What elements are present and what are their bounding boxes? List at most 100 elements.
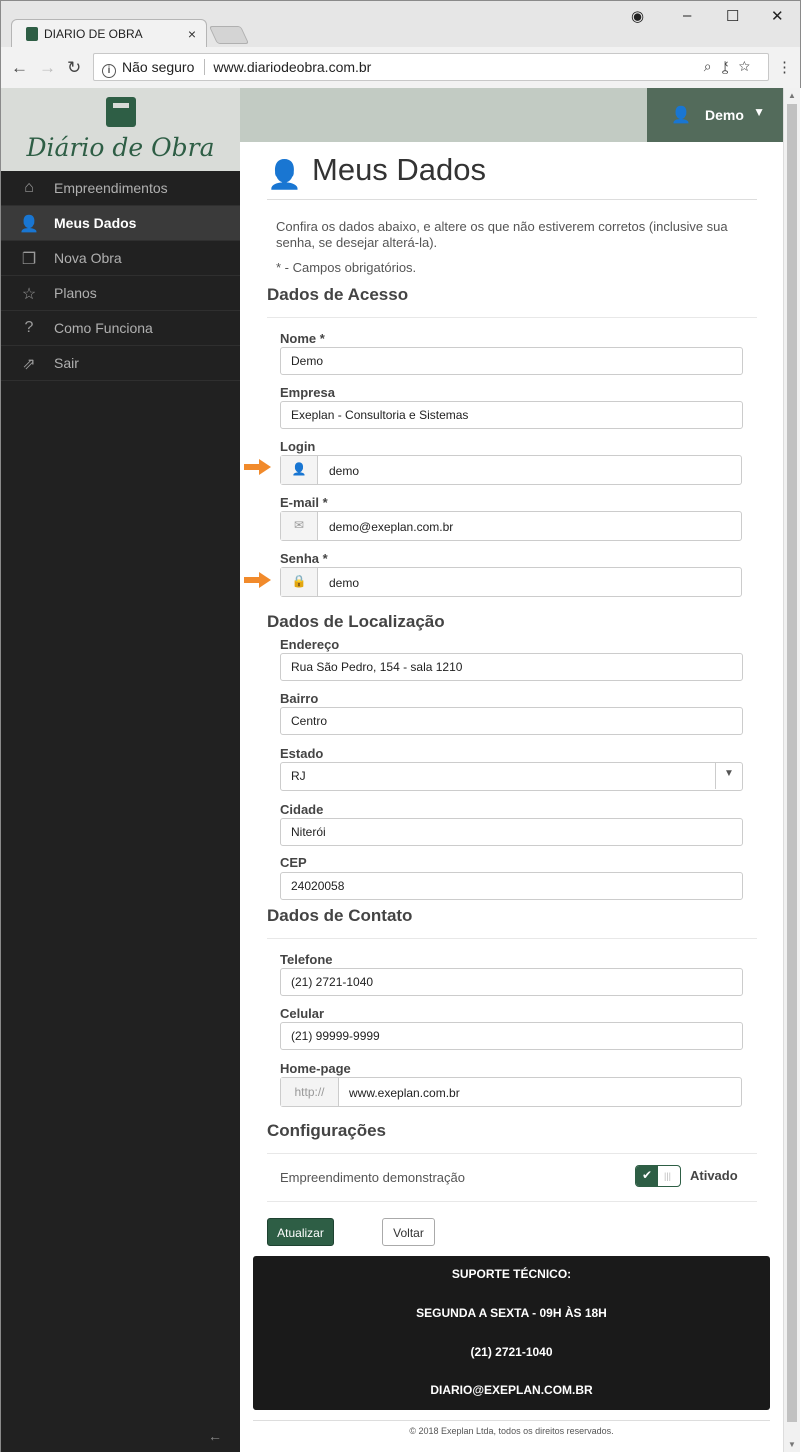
sidebar-item-planos[interactable]: ☆ Planos [1,276,240,311]
browser-chrome: DIARIO DE OBRA × ◉ – ☐ ✕ ← → ↻ i Não segu… [0,0,801,89]
sidebar-item-label: Como Funciona [54,320,153,336]
sidebar-item-como-funciona[interactable]: ? Como Funciona [1,311,240,346]
chevron-down-icon: ▼ [753,105,765,119]
back-button[interactable]: Voltar [382,1218,435,1246]
sidebar-item-label: Meus Dados [54,215,137,231]
forward-icon[interactable]: → [39,58,56,78]
sidebar-item-meus-dados[interactable]: 👤 Meus Dados [1,206,240,241]
footer: © 2018 Exeplan Ltda, todos os direitos r… [253,1420,770,1436]
scroll-up-icon[interactable]: ▲ [788,91,796,100]
info-icon[interactable]: i [102,64,116,78]
cidade-input[interactable]: Niterói [280,818,743,846]
key-icon[interactable]: ⚷ [722,58,739,74]
browser-tab[interactable]: DIARIO DE OBRA × [11,19,207,49]
zoom-icon[interactable]: ⌕ [704,58,722,74]
senha-label: Senha * [280,551,328,566]
section-location: Dados de Localização [267,612,445,631]
back-icon[interactable]: ← [11,58,28,78]
notebook-icon [105,97,136,127]
favicon-icon [26,27,38,41]
url-text[interactable]: www.diariodeobra.com.br [213,59,371,75]
cidade-label: Cidade [280,802,324,817]
estado-value: RJ [291,769,306,783]
endereco-input[interactable]: Rua São Pedro, 154 - sala 1210 [280,653,743,681]
login-input[interactable]: 👤 demo [280,455,742,485]
user-menu-button[interactable]: 👤 Demo ▼ [647,88,783,142]
user-icon: 👤 [671,107,691,124]
user-icon: 👤 [19,216,39,233]
reload-icon[interactable]: ↻ [67,58,81,78]
homepage-input[interactable]: http:// www.exeplan.com.br [280,1077,742,1107]
sidebar-item-sair[interactable]: ⇗ Sair [1,346,240,381]
page-title-text: Meus Dados [312,152,487,187]
nome-label: Nome * [280,331,325,346]
lock-icon: 🔒 [281,568,318,596]
bairro-input[interactable]: Centro [280,707,743,735]
close-tab-icon[interactable]: × [188,26,196,42]
profile-icon[interactable]: ◉ [631,7,644,25]
celular-label: Celular [280,1006,325,1021]
scrollbar[interactable]: ▲ ▼ [783,88,800,1452]
empresa-label: Empresa [280,385,335,400]
estado-select[interactable]: RJ ▼ [280,762,743,791]
sidebar-item-label: Sair [54,355,79,371]
email-input[interactable]: ✉ demo@exeplan.com.br [280,511,742,541]
cep-input[interactable]: 24020058 [280,872,743,900]
support-phone: (21) 2721-1040 [470,1345,553,1359]
arrow-indicator-icon [244,572,272,588]
minimize-icon[interactable]: – [683,7,691,24]
required-note: * - Campos obrigatórios. [276,260,417,275]
logout-icon: ⇗ [22,356,36,373]
support-box: SUPORTE TÉCNICO: SEGUNDA A SEXTA - 09H À… [253,1256,770,1410]
support-email[interactable]: DIARIO@EXEPLAN.COM.BR [253,1383,770,1397]
email-label: E-mail * [280,495,328,510]
intro-text: Confira os dados abaixo, e altere os que… [276,219,728,250]
scroll-down-icon[interactable]: ▼ [788,1440,796,1449]
sidebar: Diário de Obra ⌂ Empreendimentos 👤 Meus Dad… [0,88,240,1452]
question-icon: ? [24,319,34,336]
login-label: Login [280,439,316,454]
celular-input[interactable]: (21) 99999-9999 [280,1022,743,1050]
endereco-label: Endereço [280,637,340,652]
sidebar-item-empreendimentos[interactable]: ⌂ Empreendimentos [1,171,240,206]
logo[interactable]: Diário de Obra [1,88,240,171]
senha-input[interactable]: 🔒 demo [280,567,742,597]
sidebar-item-label: Nova Obra [54,250,122,266]
toggle-grip-icon: ||| [664,1171,672,1181]
telefone-input[interactable]: (21) 2721-1040 [280,968,743,996]
maximize-icon[interactable]: ☐ [726,7,739,25]
browser-toolbar: ← → ↻ i Não seguro www.diariodeobra.com.br… [1,47,800,89]
telefone-label: Telefone [280,952,333,967]
email-value: demo@exeplan.com.br [329,520,454,534]
homepage-value: www.exeplan.com.br [349,1086,460,1100]
security-label: Não seguro [122,59,195,75]
support-hours: SEGUNDA A SEXTA - 09H ÀS 18H [416,1306,607,1320]
bookmark-star-icon[interactable]: ☆ [739,58,760,74]
arrow-indicator-icon [244,459,272,475]
sidebar-item-label: Empreendimentos [54,180,168,196]
config-label: Empreendimento demonstração [280,1170,465,1185]
nome-input[interactable]: Demo [280,347,743,375]
sidebar-item-nova-obra[interactable]: ❐ Nova Obra [1,241,240,276]
demo-toggle[interactable]: ✔ ||| [635,1165,681,1187]
sidebar-menu: ⌂ Empreendimentos 👤 Meus Dados ❐ Nova Obra ☆ Pl… [1,171,240,381]
collapse-sidebar-icon[interactable]: ← [208,1428,222,1444]
top-bar: 👤 Demo ▼ [240,88,783,142]
senha-value: demo [329,576,360,590]
homepage-prefix: http:// [281,1078,339,1106]
main-content: 👤 Meus Dados Confira os dados abaixo, e … [240,142,783,1452]
update-button[interactable]: Atualizar [267,1218,334,1246]
estado-label: Estado [280,746,324,761]
empresa-input[interactable]: Exeplan - Consultoria e Sistemas [280,401,743,429]
scrollbar-thumb[interactable] [787,104,797,1422]
sidebar-item-label: Planos [54,285,97,301]
toggle-state-label: Ativado [690,1168,738,1183]
new-tab-button[interactable] [208,26,250,44]
address-bar[interactable]: i Não seguro www.diariodeobra.com.br ⌕⚷☆ [93,53,769,81]
page-title: 👤 Meus Dados [267,150,757,200]
close-window-icon[interactable]: ✕ [771,7,784,25]
menu-icon[interactable]: ⋮ [777,58,792,76]
star-icon: ☆ [21,286,37,303]
caret-down-icon: ▼ [715,763,742,789]
homepage-label: Home-page [280,1061,351,1076]
